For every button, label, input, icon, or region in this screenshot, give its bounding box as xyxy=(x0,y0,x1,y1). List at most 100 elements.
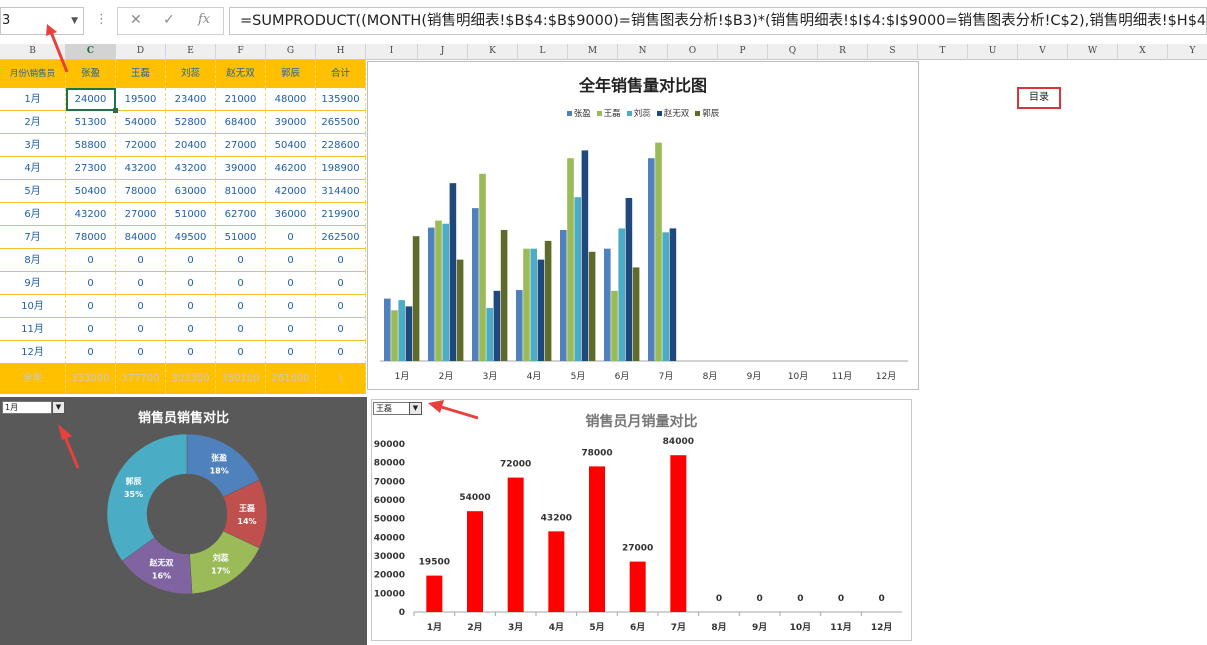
column-header-t[interactable]: T xyxy=(918,44,968,60)
column-header-j[interactable]: J xyxy=(418,44,468,60)
header-cell[interactable]: 刘蕊 xyxy=(166,60,216,88)
table-cell[interactable]: 314400 xyxy=(316,180,366,203)
table-cell[interactable]: 46200 xyxy=(266,157,316,180)
table-cell[interactable]: 0 xyxy=(216,295,266,318)
table-cell[interactable]: 0 xyxy=(166,341,216,364)
cancel-icon[interactable]: ✕ xyxy=(130,12,142,28)
table-cell[interactable]: 78000 xyxy=(116,180,166,203)
month-cell[interactable]: 12月 xyxy=(0,341,66,364)
total-cell[interactable]: 261600 xyxy=(266,364,316,394)
table-cell[interactable]: 0 xyxy=(66,249,116,272)
table-cell[interactable]: 0 xyxy=(266,226,316,249)
table-cell[interactable]: 39000 xyxy=(266,111,316,134)
table-cell[interactable]: 50400 xyxy=(66,180,116,203)
table-cell[interactable]: 0 xyxy=(116,249,166,272)
table-cell[interactable]: 0 xyxy=(116,295,166,318)
table-cell[interactable]: 62700 xyxy=(216,203,266,226)
column-header-b[interactable]: B xyxy=(0,44,66,60)
table-cell[interactable]: 0 xyxy=(66,341,116,364)
column-header-x[interactable]: X xyxy=(1118,44,1168,60)
corner-header-cell[interactable]: 月份\销售员 xyxy=(0,60,66,88)
table-cell[interactable]: 0 xyxy=(316,272,366,295)
table-cell[interactable]: 24000 xyxy=(66,88,118,113)
table-cell[interactable]: 228600 xyxy=(316,134,366,157)
table-cell[interactable]: 0 xyxy=(216,272,266,295)
table-cell[interactable]: 0 xyxy=(116,341,166,364)
table-cell[interactable]: 21000 xyxy=(216,88,266,111)
salesperson-pie-chart[interactable]: 1月 ▼ 销售员销售对比 张盈 18% 王磊 14% 刘蕊 17% 赵无双 16% 郭辰 35% xyxy=(0,397,367,645)
table-cell[interactable]: 81000 xyxy=(216,180,266,203)
table-cell[interactable]: 0 xyxy=(266,272,316,295)
table-cell[interactable]: 50400 xyxy=(266,134,316,157)
month-cell[interactable]: 6月 xyxy=(0,203,66,226)
table-cell[interactable]: 0 xyxy=(216,318,266,341)
table-cell[interactable]: 135900 xyxy=(316,88,366,111)
total-cell[interactable]: \ xyxy=(316,364,366,394)
column-header-s[interactable]: S xyxy=(868,44,918,60)
column-header-h[interactable]: H xyxy=(316,44,366,60)
column-header-c[interactable]: C xyxy=(66,44,116,60)
month-cell[interactable]: 7月 xyxy=(0,226,66,249)
column-header-f[interactable]: F xyxy=(216,44,266,60)
column-header-q[interactable]: Q xyxy=(768,44,818,60)
table-cell[interactable]: 219900 xyxy=(316,203,366,226)
month-cell[interactable]: 8月 xyxy=(0,249,66,272)
column-header-p[interactable]: P xyxy=(718,44,768,60)
table-cell[interactable]: 23400 xyxy=(166,88,216,111)
table-cell[interactable]: 0 xyxy=(166,318,216,341)
header-cell[interactable]: 张盈 xyxy=(66,60,116,88)
total-cell[interactable]: 303300 xyxy=(166,364,216,394)
table-cell[interactable]: 0 xyxy=(66,318,116,341)
month-cell[interactable]: 11月 xyxy=(0,318,66,341)
column-header-n[interactable]: N xyxy=(618,44,668,60)
month-cell[interactable]: 9月 xyxy=(0,272,66,295)
table-cell[interactable]: 42000 xyxy=(266,180,316,203)
table-cell[interactable]: 20400 xyxy=(166,134,216,157)
total-cell[interactable]: 350100 xyxy=(216,364,266,394)
table-cell[interactable]: 0 xyxy=(266,341,316,364)
table-cell[interactable]: 0 xyxy=(66,295,116,318)
table-cell[interactable]: 0 xyxy=(216,249,266,272)
table-cell[interactable]: 0 xyxy=(266,249,316,272)
total-cell[interactable]: 377700 xyxy=(116,364,166,394)
table-cell[interactable]: 262500 xyxy=(316,226,366,249)
table-cell[interactable]: 265500 xyxy=(316,111,366,134)
header-cell[interactable]: 合计 xyxy=(316,60,366,88)
table-cell[interactable]: 52800 xyxy=(166,111,216,134)
table-cell[interactable]: 84000 xyxy=(116,226,166,249)
table-cell[interactable]: 39000 xyxy=(216,157,266,180)
table-cell[interactable]: 27300 xyxy=(66,157,116,180)
monthly-sales-chart[interactable]: 王磊 ▼ 销售员月销量对比 0 10000 20000 30000 40000 50000… xyxy=(371,399,912,641)
table-cell[interactable]: 43200 xyxy=(66,203,116,226)
header-cell[interactable]: 郭辰 xyxy=(266,60,316,88)
header-cell[interactable]: 赵无双 xyxy=(216,60,266,88)
month-cell[interactable]: 5月 xyxy=(0,180,66,203)
table-cell[interactable]: 49500 xyxy=(166,226,216,249)
column-header-i[interactable]: I xyxy=(366,44,418,60)
table-cell[interactable]: 63000 xyxy=(166,180,216,203)
table-cell[interactable]: 43200 xyxy=(166,157,216,180)
table-cell[interactable]: 0 xyxy=(216,341,266,364)
table-cell[interactable]: 58800 xyxy=(66,134,116,157)
table-cell[interactable]: 43200 xyxy=(116,157,166,180)
enter-icon[interactable]: ✓ xyxy=(163,12,175,28)
column-header-g[interactable]: G xyxy=(266,44,316,60)
table-cell[interactable]: 78000 xyxy=(66,226,116,249)
table-cell[interactable]: 54000 xyxy=(116,111,166,134)
table-cell[interactable]: 51000 xyxy=(216,226,266,249)
table-cell[interactable]: 68400 xyxy=(216,111,266,134)
column-header-m[interactable]: M xyxy=(568,44,618,60)
table-cell[interactable]: 36000 xyxy=(266,203,316,226)
table-cell[interactable]: 0 xyxy=(316,249,366,272)
directory-button[interactable]: 目录 xyxy=(1017,87,1061,109)
chevron-down-icon[interactable]: ▼ xyxy=(71,8,78,34)
table-cell[interactable]: 51300 xyxy=(66,111,116,134)
total-cell[interactable]: 333000 xyxy=(66,364,116,394)
column-header-u[interactable]: U xyxy=(968,44,1018,60)
table-cell[interactable]: 72000 xyxy=(116,134,166,157)
column-header-e[interactable]: E xyxy=(166,44,216,60)
table-cell[interactable]: 0 xyxy=(166,272,216,295)
table-cell[interactable]: 27000 xyxy=(216,134,266,157)
table-cell[interactable]: 0 xyxy=(266,295,316,318)
table-cell[interactable]: 27000 xyxy=(116,203,166,226)
